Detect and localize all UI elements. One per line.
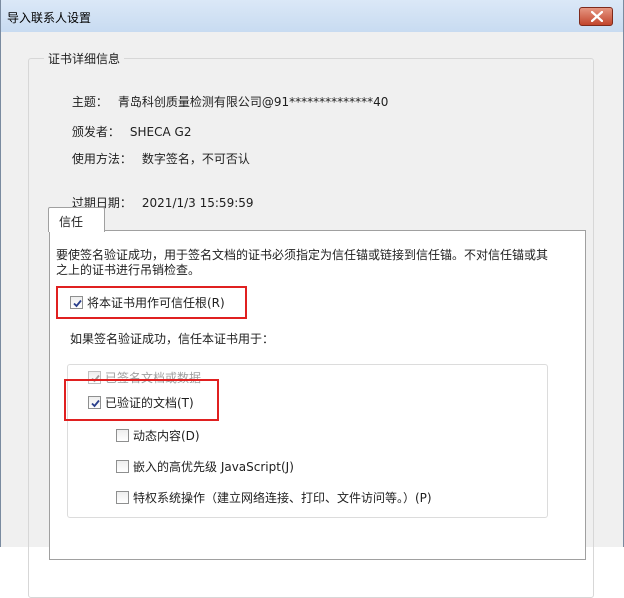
- checkbox-box[interactable]: [116, 429, 129, 442]
- certificate-details-title: 证书详细信息: [44, 50, 125, 67]
- highlight-box-root: [56, 286, 247, 319]
- dialog-body: 证书详细信息 主题： 青岛科创质量检测有限公司@91**************4…: [11, 32, 613, 598]
- option-privileged-system-operations[interactable]: 特权系统操作（建立网络连接、打印、文件访问等。）(P): [116, 489, 432, 506]
- close-icon: [591, 11, 603, 22]
- tab-trust[interactable]: 信任: [48, 207, 105, 232]
- option-label: 特权系统操作（建立网络连接、打印、文件访问等。）(P): [133, 491, 432, 505]
- highlight-box-verified: [64, 379, 219, 421]
- close-button[interactable]: [579, 7, 613, 26]
- trust-description: 要使签名验证成功，用于签名文档的证书必须指定为信任锚或链接到信任锚。不对信任锚或…: [56, 248, 549, 277]
- option-dynamic-content[interactable]: 动态内容(D): [116, 427, 200, 444]
- checkbox-box[interactable]: [116, 491, 129, 504]
- expiry-value: 2021/1/3 15:59:59: [141, 196, 254, 210]
- import-contact-settings-dialog: 导入联系人设置 证书详细信息 主题： 青岛科创质量检测有限公司@91*******…: [0, 0, 624, 598]
- option-high-priority-javascript[interactable]: 嵌入的高优先级 JavaScript(J): [116, 458, 294, 475]
- window-title: 导入联系人设置: [7, 11, 92, 25]
- tab-trust-label: 信任: [59, 215, 84, 229]
- option-label: 动态内容(D): [133, 429, 200, 443]
- option-label: 嵌入的高优先级 JavaScript(J): [133, 460, 294, 474]
- title-bar[interactable]: 导入联系人设置: [1, 0, 623, 32]
- subject-value: 青岛科创质量检测有限公司@91**************40: [117, 95, 389, 109]
- usage-value: 数字签名，不可否认: [141, 152, 250, 166]
- usage-row: 使用方法： 数字签名，不可否认: [49, 136, 250, 181]
- usage-label: 使用方法：: [71, 152, 132, 166]
- trust-intro: 如果签名验证成功，信任本证书用于：: [70, 332, 275, 346]
- subject-label: 主题：: [71, 95, 108, 109]
- checkbox-box[interactable]: [116, 460, 129, 473]
